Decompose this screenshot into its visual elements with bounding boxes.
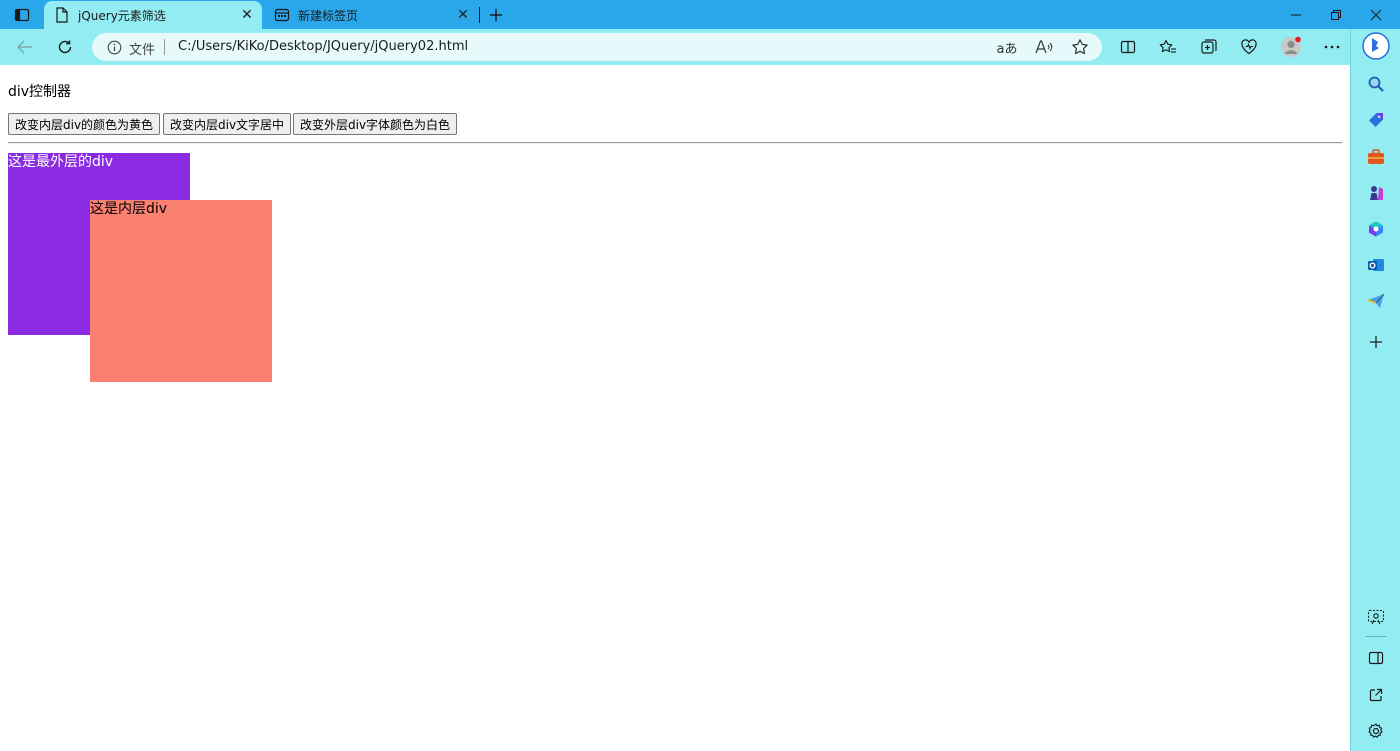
new-tab-plus-icon[interactable] bbox=[484, 3, 508, 27]
favorites-icon[interactable] bbox=[1153, 33, 1183, 61]
favorite-star-icon[interactable] bbox=[1069, 37, 1091, 57]
close-window-icon[interactable] bbox=[1356, 0, 1396, 29]
address-divider bbox=[164, 39, 165, 55]
edge-sidebar bbox=[1350, 29, 1400, 751]
external-link-icon[interactable] bbox=[1364, 683, 1388, 707]
bing-copilot-icon[interactable] bbox=[1361, 31, 1391, 61]
restore-icon[interactable] bbox=[1316, 0, 1356, 29]
tab-bar: jQuery元素筛选 ✕ 新建标签页 ✕ bbox=[0, 0, 1400, 29]
tab-new-tab[interactable]: 新建标签页 ✕ bbox=[264, 1, 478, 29]
tools-briefcase-icon[interactable] bbox=[1364, 145, 1388, 169]
sidebar-divider bbox=[1365, 636, 1387, 637]
file-icon bbox=[54, 7, 70, 23]
more-options-icon[interactable] bbox=[1317, 33, 1347, 61]
split-screen-icon[interactable] bbox=[1113, 33, 1143, 61]
settings-gear-icon[interactable] bbox=[1364, 719, 1388, 743]
profile-avatar-icon[interactable] bbox=[1276, 33, 1306, 61]
inner-yellow-button[interactable]: 改变内层div的颜色为黄色 bbox=[8, 113, 161, 135]
refresh-icon[interactable] bbox=[50, 33, 80, 61]
address-bar[interactable]: 文件 aあ bbox=[92, 33, 1102, 61]
games-chess-icon[interactable] bbox=[1364, 181, 1388, 205]
outer-white-font-button[interactable]: 改变外层div字体颜色为白色 bbox=[293, 113, 458, 135]
collections-icon[interactable] bbox=[1194, 33, 1224, 61]
outlook-icon[interactable] bbox=[1364, 253, 1388, 277]
tab-title: jQuery元素筛选 bbox=[78, 8, 166, 23]
inner-center-text-button[interactable]: 改变内层div文字居中 bbox=[163, 113, 292, 135]
controller-title: div控制器 bbox=[8, 84, 72, 100]
send-drop-icon[interactable] bbox=[1364, 289, 1388, 313]
inner-div-text: 这是内层div bbox=[90, 201, 168, 217]
hide-sidebar-icon[interactable] bbox=[1364, 646, 1388, 670]
horizontal-rule bbox=[8, 142, 1342, 144]
microsoft-365-icon[interactable] bbox=[1364, 217, 1388, 241]
search-icon[interactable] bbox=[1364, 72, 1388, 96]
url-input[interactable] bbox=[178, 38, 778, 56]
tab-jquery[interactable]: jQuery元素筛选 ✕ bbox=[44, 1, 262, 29]
back-arrow-icon[interactable] bbox=[10, 33, 40, 61]
page-content: div控制器 改变内层div的颜色为黄色 改变内层div文字居中 改变外层div… bbox=[0, 65, 1350, 751]
screenshot-icon[interactable] bbox=[1364, 605, 1388, 629]
navigation-toolbar: 文件 aあ bbox=[0, 29, 1400, 65]
close-tab-icon[interactable]: ✕ bbox=[452, 4, 474, 26]
shopping-tag-icon[interactable] bbox=[1364, 108, 1388, 132]
inner-div: 这是内层div bbox=[90, 200, 272, 382]
add-sidebar-app-plus-icon[interactable] bbox=[1364, 330, 1388, 354]
scheme-label: 文件 bbox=[129, 43, 156, 58]
close-tab-icon[interactable]: ✕ bbox=[236, 4, 258, 26]
translate-icon[interactable]: aあ bbox=[996, 37, 1018, 57]
tab-divider bbox=[479, 7, 480, 23]
outer-div-text: 这是最外层的div bbox=[8, 154, 114, 170]
tab-actions-menu-icon[interactable] bbox=[6, 3, 38, 27]
info-icon[interactable] bbox=[106, 39, 122, 55]
new-tab-page-icon bbox=[274, 7, 290, 23]
read-aloud-icon[interactable] bbox=[1033, 37, 1055, 57]
minimize-icon[interactable] bbox=[1276, 0, 1316, 29]
tab-title: 新建标签页 bbox=[298, 8, 359, 23]
browser-essentials-icon[interactable] bbox=[1234, 33, 1264, 61]
